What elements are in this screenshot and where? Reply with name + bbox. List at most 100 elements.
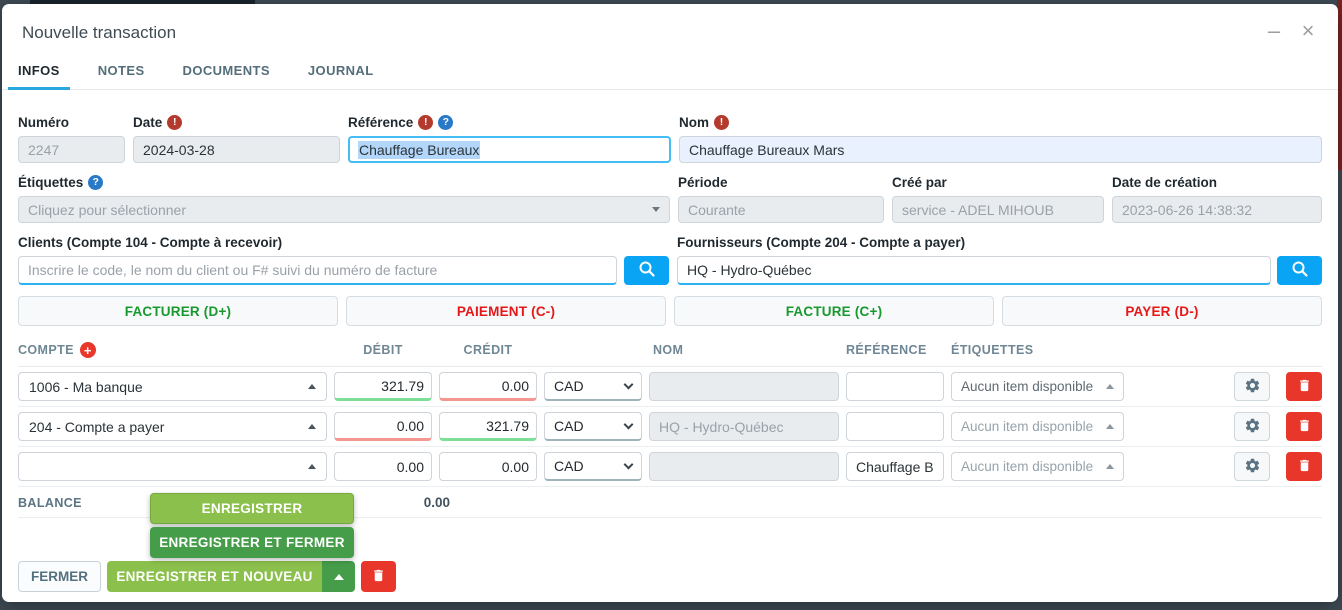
numero-label: Numéro bbox=[18, 115, 69, 130]
reference-field[interactable]: Chauffage Bureaux bbox=[348, 136, 671, 163]
caret-up-icon bbox=[308, 464, 316, 469]
fournisseurs-search-button[interactable] bbox=[1277, 256, 1322, 285]
nom-cell bbox=[649, 372, 839, 401]
nom-label: Nom bbox=[679, 115, 709, 130]
nom-cell bbox=[649, 452, 839, 481]
row-settings-button[interactable] bbox=[1234, 452, 1270, 481]
etiquettes-cell-select[interactable]: Aucun item disponible bbox=[951, 412, 1124, 441]
debit-header: DÉBIT bbox=[334, 343, 432, 357]
debit-input[interactable] bbox=[334, 372, 432, 401]
fournisseurs-label: Fournisseurs (Compte 204 - Compte a paye… bbox=[677, 235, 965, 250]
table-row: 1006 - Ma banque CAD Aucun item disponib… bbox=[18, 367, 1322, 407]
periode-field bbox=[678, 196, 884, 223]
reference-header: RÉFÉRENCE bbox=[846, 343, 944, 357]
etiquettes-cell-value: Aucun item disponible bbox=[961, 419, 1093, 434]
required-icon: ! bbox=[167, 115, 182, 130]
modal-title: Nouvelle transaction bbox=[22, 21, 1318, 45]
clients-search-button[interactable] bbox=[624, 256, 669, 285]
caret-up-icon bbox=[1106, 464, 1114, 469]
credit-input[interactable] bbox=[439, 372, 537, 401]
add-line-icon[interactable]: + bbox=[80, 342, 96, 358]
numero-field bbox=[18, 136, 125, 163]
devise-select[interactable]: CAD bbox=[544, 372, 642, 401]
etiquettes-cell-select[interactable]: Aucun item disponible bbox=[951, 372, 1124, 401]
chevron-down-icon bbox=[624, 459, 634, 469]
required-icon: ! bbox=[418, 115, 433, 130]
facture-button[interactable]: FACTURE (C+) bbox=[674, 296, 994, 326]
etiquettes-header: ÉTIQUETTES bbox=[951, 343, 1124, 357]
tab-journal[interactable]: JOURNAL bbox=[298, 57, 384, 90]
table-row: CAD Aucun item disponible bbox=[18, 447, 1322, 487]
caret-up-icon bbox=[1106, 424, 1114, 429]
clients-search-input[interactable] bbox=[18, 256, 617, 285]
devise-select[interactable]: CAD bbox=[544, 412, 642, 441]
help-icon[interactable]: ? bbox=[438, 115, 453, 130]
tab-bar: INFOS NOTES DOCUMENTS JOURNAL bbox=[2, 57, 1338, 90]
row-settings-button[interactable] bbox=[1234, 412, 1270, 441]
row-settings-button[interactable] bbox=[1234, 372, 1270, 401]
trash-icon bbox=[1297, 418, 1312, 436]
delete-transaction-button[interactable] bbox=[361, 561, 396, 592]
minimize-icon[interactable]: – bbox=[1264, 20, 1284, 42]
trash-icon bbox=[1297, 458, 1312, 476]
compte-select[interactable] bbox=[18, 452, 327, 481]
tab-infos[interactable]: INFOS bbox=[8, 57, 70, 90]
transaction-form: Numéro Date ! Référence ! ? Chauffage Bu… bbox=[2, 90, 1338, 326]
facturer-button[interactable]: FACTURER (D+) bbox=[18, 296, 338, 326]
fermer-button[interactable]: FERMER bbox=[18, 561, 101, 592]
reference-cell[interactable] bbox=[846, 412, 944, 441]
enregistrer-et-fermer-button[interactable]: ENREGISTRER ET FERMER bbox=[150, 527, 354, 558]
credit-input[interactable] bbox=[439, 452, 537, 481]
compte-value: 204 - Compte a payer bbox=[29, 419, 164, 435]
gear-icon bbox=[1244, 417, 1261, 437]
compte-select[interactable]: 204 - Compte a payer bbox=[18, 412, 327, 441]
debit-input[interactable] bbox=[334, 452, 432, 481]
date-field[interactable] bbox=[133, 136, 340, 163]
row-delete-button[interactable] bbox=[1286, 372, 1322, 401]
date-label: Date bbox=[133, 115, 162, 130]
save-menu: ENREGISTRER ENREGISTRER ET FERMER bbox=[150, 493, 354, 561]
debit-input[interactable] bbox=[334, 412, 432, 441]
chevron-down-icon bbox=[624, 379, 634, 389]
devise-value: CAD bbox=[554, 378, 584, 394]
chevron-down-icon bbox=[624, 419, 634, 429]
date-creation-label: Date de création bbox=[1112, 175, 1217, 190]
reference-cell[interactable] bbox=[846, 372, 944, 401]
fournisseurs-search-input[interactable] bbox=[677, 256, 1271, 285]
compte-header: COMPTE bbox=[18, 343, 74, 357]
etiquettes-cell-value: Aucun item disponible bbox=[961, 459, 1093, 474]
compte-select[interactable]: 1006 - Ma banque bbox=[18, 372, 327, 401]
reference-label: Référence bbox=[348, 115, 413, 130]
payer-button[interactable]: PAYER (D-) bbox=[1002, 296, 1322, 326]
reference-cell[interactable] bbox=[846, 452, 944, 481]
modal-footer: FERMER ENREGISTRER ET NOUVEAU bbox=[18, 561, 396, 592]
credit-input[interactable] bbox=[439, 412, 537, 441]
caret-up-icon bbox=[308, 384, 316, 389]
search-icon bbox=[638, 260, 656, 281]
enregistrer-button[interactable]: ENREGISTRER bbox=[150, 493, 354, 524]
enregistrer-et-nouveau-button[interactable]: ENREGISTRER ET NOUVEAU bbox=[107, 561, 322, 592]
row-delete-button[interactable] bbox=[1286, 452, 1322, 481]
row-delete-button[interactable] bbox=[1286, 412, 1322, 441]
tab-documents[interactable]: DOCUMENTS bbox=[173, 57, 280, 90]
credit-header: CRÉDIT bbox=[439, 343, 537, 357]
etiquettes-select[interactable]: Cliquez pour sélectionner bbox=[18, 196, 670, 223]
close-icon[interactable]: × bbox=[1298, 20, 1318, 42]
help-icon[interactable]: ? bbox=[88, 175, 103, 190]
paiement-button[interactable]: PAIEMENT (C-) bbox=[346, 296, 666, 326]
trash-icon bbox=[371, 568, 386, 586]
cree-par-label: Créé par bbox=[892, 175, 947, 190]
save-options-toggle[interactable] bbox=[322, 561, 355, 592]
etiquettes-cell-select[interactable]: Aucun item disponible bbox=[951, 452, 1124, 481]
table-header: COMPTE + DÉBIT CRÉDIT NOM RÉFÉRENCE ÉTIQ… bbox=[18, 342, 1322, 367]
nom-field[interactable] bbox=[679, 136, 1322, 163]
caret-up-icon bbox=[334, 574, 344, 580]
etiquettes-cell-value: Aucun item disponible bbox=[961, 379, 1093, 394]
periode-label: Période bbox=[678, 175, 728, 190]
cree-par-field bbox=[892, 196, 1104, 223]
devise-select[interactable]: CAD bbox=[544, 452, 642, 481]
caret-up-icon bbox=[308, 424, 316, 429]
nom-cell bbox=[649, 412, 839, 441]
tab-notes[interactable]: NOTES bbox=[88, 57, 155, 90]
gear-icon bbox=[1244, 457, 1261, 477]
